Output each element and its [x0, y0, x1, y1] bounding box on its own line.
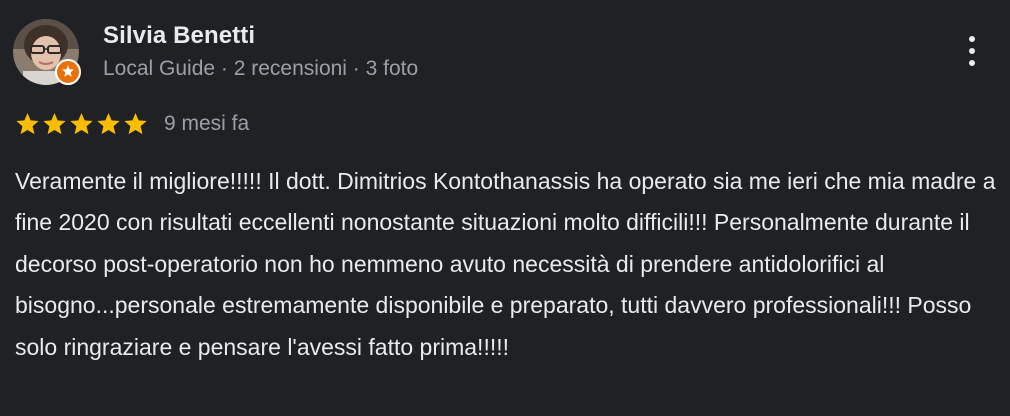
star-icon	[43, 112, 66, 135]
star-icon	[124, 112, 147, 135]
more-options-button[interactable]	[955, 30, 989, 72]
rating-row: 9 mesi fa	[14, 110, 249, 138]
star-icon	[16, 112, 39, 135]
local-guide-badge-icon	[55, 59, 81, 85]
star-icon	[70, 112, 93, 135]
reviewer-name[interactable]: Silvia Benetti	[103, 22, 255, 50]
review-text: Veramente il migliore!!!!! Il dott. Dimi…	[15, 168, 996, 360]
star-icon	[97, 112, 120, 135]
review-card: Silvia Benetti Local Guide · 2 recension…	[0, 0, 1010, 416]
avatar[interactable]	[13, 19, 81, 85]
more-vertical-icon	[969, 36, 975, 66]
star-rating	[14, 111, 149, 137]
reviewer-meta: Local Guide · 2 recensioni · 3 foto	[103, 57, 419, 80]
review-date: 9 mesi fa	[164, 112, 250, 135]
